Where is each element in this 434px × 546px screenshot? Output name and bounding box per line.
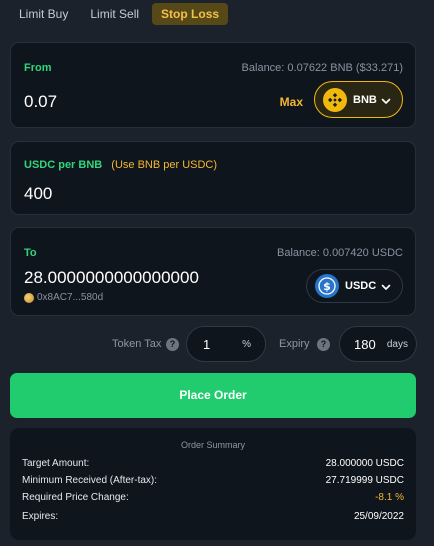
token-tax-label: Token Tax (112, 338, 162, 350)
to-card: To Balance: 0.007420 USDC 28.00000000000… (10, 227, 416, 316)
summary-key: Required Price Change: (22, 492, 129, 503)
bnb-coin-icon (323, 87, 347, 112)
summary-key: Expires: (22, 511, 59, 522)
tab-limit-buy[interactable]: Limit Buy (10, 3, 77, 25)
rate-input[interactable]: 400 (24, 184, 52, 204)
from-amount-input[interactable]: 0.07 (24, 92, 57, 112)
expiry-help-icon[interactable]: ? (317, 338, 330, 351)
summary-value: -8.1 % (375, 492, 404, 503)
summary-row: Target Amount: 28.000000 USDC (22, 458, 404, 472)
summary-value: 25/09/2022 (353, 511, 404, 522)
expiry-input[interactable]: 180 days (339, 326, 417, 362)
summary-value: 28.000000 USDC (325, 458, 404, 469)
token-tax-help-icon[interactable]: ? (166, 338, 179, 351)
expiry-value: 180 (354, 337, 376, 352)
place-order-button[interactable]: Place Order (10, 373, 416, 418)
summary-key: Target Amount: (22, 458, 90, 469)
expiry-unit: days (386, 339, 408, 350)
order-type-tabs: Limit Buy Limit Sell Stop Loss (10, 3, 229, 25)
from-token-symbol: BNB (353, 93, 377, 106)
to-amount: 28.0000000000000000 (24, 268, 199, 287)
summary-row: Minimum Received (After-tax): 27.719999 … (22, 475, 404, 489)
max-button[interactable]: Max (280, 95, 303, 109)
svg-text:$: $ (323, 280, 331, 293)
token-address[interactable]: 0x8AC7...580d (24, 292, 103, 303)
token-tax-input[interactable]: 1 % (186, 326, 266, 362)
from-balance: Balance: 0.07622 BNB ($33.271) (241, 62, 403, 74)
to-token-symbol: USDC (345, 280, 377, 292)
tab-limit-sell[interactable]: Limit Sell (81, 3, 148, 25)
usdc-coin-icon: $ (315, 274, 339, 298)
summary-row: Expires: 25/09/2022 (22, 511, 404, 525)
rate-toggle-link[interactable]: (Use BNB per USDC) (111, 159, 217, 171)
rate-label: USDC per BNB (24, 159, 103, 171)
summary-row: Required Price Change: -8.1 % (22, 492, 404, 506)
tab-stop-loss[interactable]: Stop Loss (152, 3, 229, 25)
from-label: From (24, 62, 52, 74)
summary-key: Minimum Received (After-tax): (22, 475, 158, 486)
expiry-label: Expiry (279, 338, 310, 350)
from-token-selector[interactable]: BNB (314, 81, 403, 118)
token-tax-value: 1 (203, 337, 211, 352)
token-address-icon (24, 292, 34, 303)
summary-value: 27.719999 USDC (325, 475, 404, 486)
rate-card: USDC per BNB (Use BNB per USDC) 400 (10, 141, 416, 215)
to-label: To (24, 247, 37, 259)
token-tax-unit: % (242, 339, 251, 350)
order-summary-title: Order Summary (180, 440, 245, 450)
token-address-text: 0x8AC7...580d (37, 292, 104, 303)
to-token-selector[interactable]: $ USDC (306, 269, 403, 303)
order-summary: Order Summary Target Amount: 28.000000 U… (10, 428, 416, 540)
to-balance: Balance: 0.007420 USDC (277, 247, 403, 259)
chevron-down-icon (380, 94, 392, 106)
from-card: From Balance: 0.07622 BNB ($33.271) 0.07… (10, 42, 416, 128)
rate-label-row: USDC per BNB (Use BNB per USDC) (24, 159, 217, 171)
chevron-down-icon (380, 280, 392, 292)
